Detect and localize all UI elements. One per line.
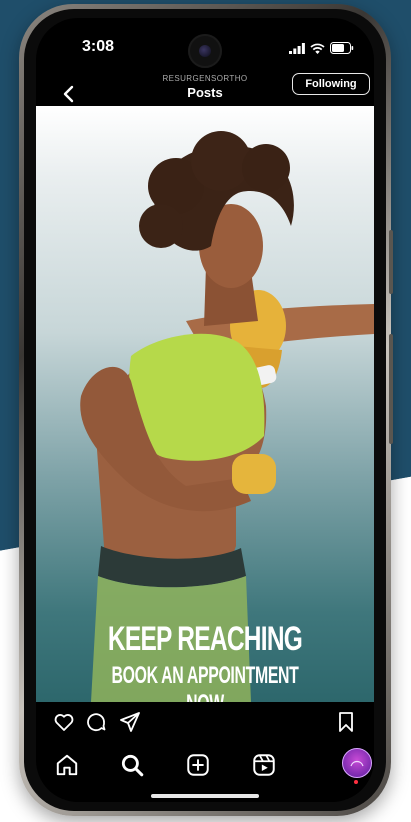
- reels-icon[interactable]: [251, 752, 277, 778]
- notification-dot: [354, 780, 358, 784]
- side-button: [389, 334, 393, 444]
- phone-frame: 3:08 RESURGENSORTHO Posts Following KEEP…: [19, 4, 393, 816]
- side-button: [389, 230, 393, 294]
- home-indicator[interactable]: [151, 794, 259, 798]
- create-icon[interactable]: [185, 752, 211, 778]
- status-time: 3:08: [82, 38, 115, 55]
- phone-screen: 3:08 RESURGENSORTHO Posts Following KEEP…: [36, 18, 374, 802]
- post-headline: KEEP REACHING: [107, 620, 303, 658]
- heart-icon[interactable]: [52, 710, 76, 734]
- avatar-logo-icon: [350, 760, 364, 767]
- signal-icon: [289, 42, 305, 54]
- post-actions: [36, 706, 374, 740]
- home-icon[interactable]: [54, 752, 80, 778]
- athlete-illustration: [80, 131, 374, 702]
- battery-icon: [330, 42, 354, 54]
- tab-bar: [36, 744, 374, 790]
- comment-icon[interactable]: [84, 710, 108, 734]
- share-icon[interactable]: [118, 710, 142, 734]
- bookmark-icon[interactable]: [334, 710, 358, 734]
- wifi-icon: [310, 43, 325, 54]
- following-button[interactable]: Following: [292, 73, 370, 95]
- post-subline: BOOK AN APPOINTMENT NOW: [111, 662, 299, 702]
- profile-avatar[interactable]: [342, 748, 372, 778]
- search-icon[interactable]: [119, 752, 145, 778]
- status-icons: [289, 42, 354, 54]
- post-image[interactable]: KEEP REACHING BOOK AN APPOINTMENT NOW: [36, 106, 374, 702]
- camera-island: [188, 34, 222, 68]
